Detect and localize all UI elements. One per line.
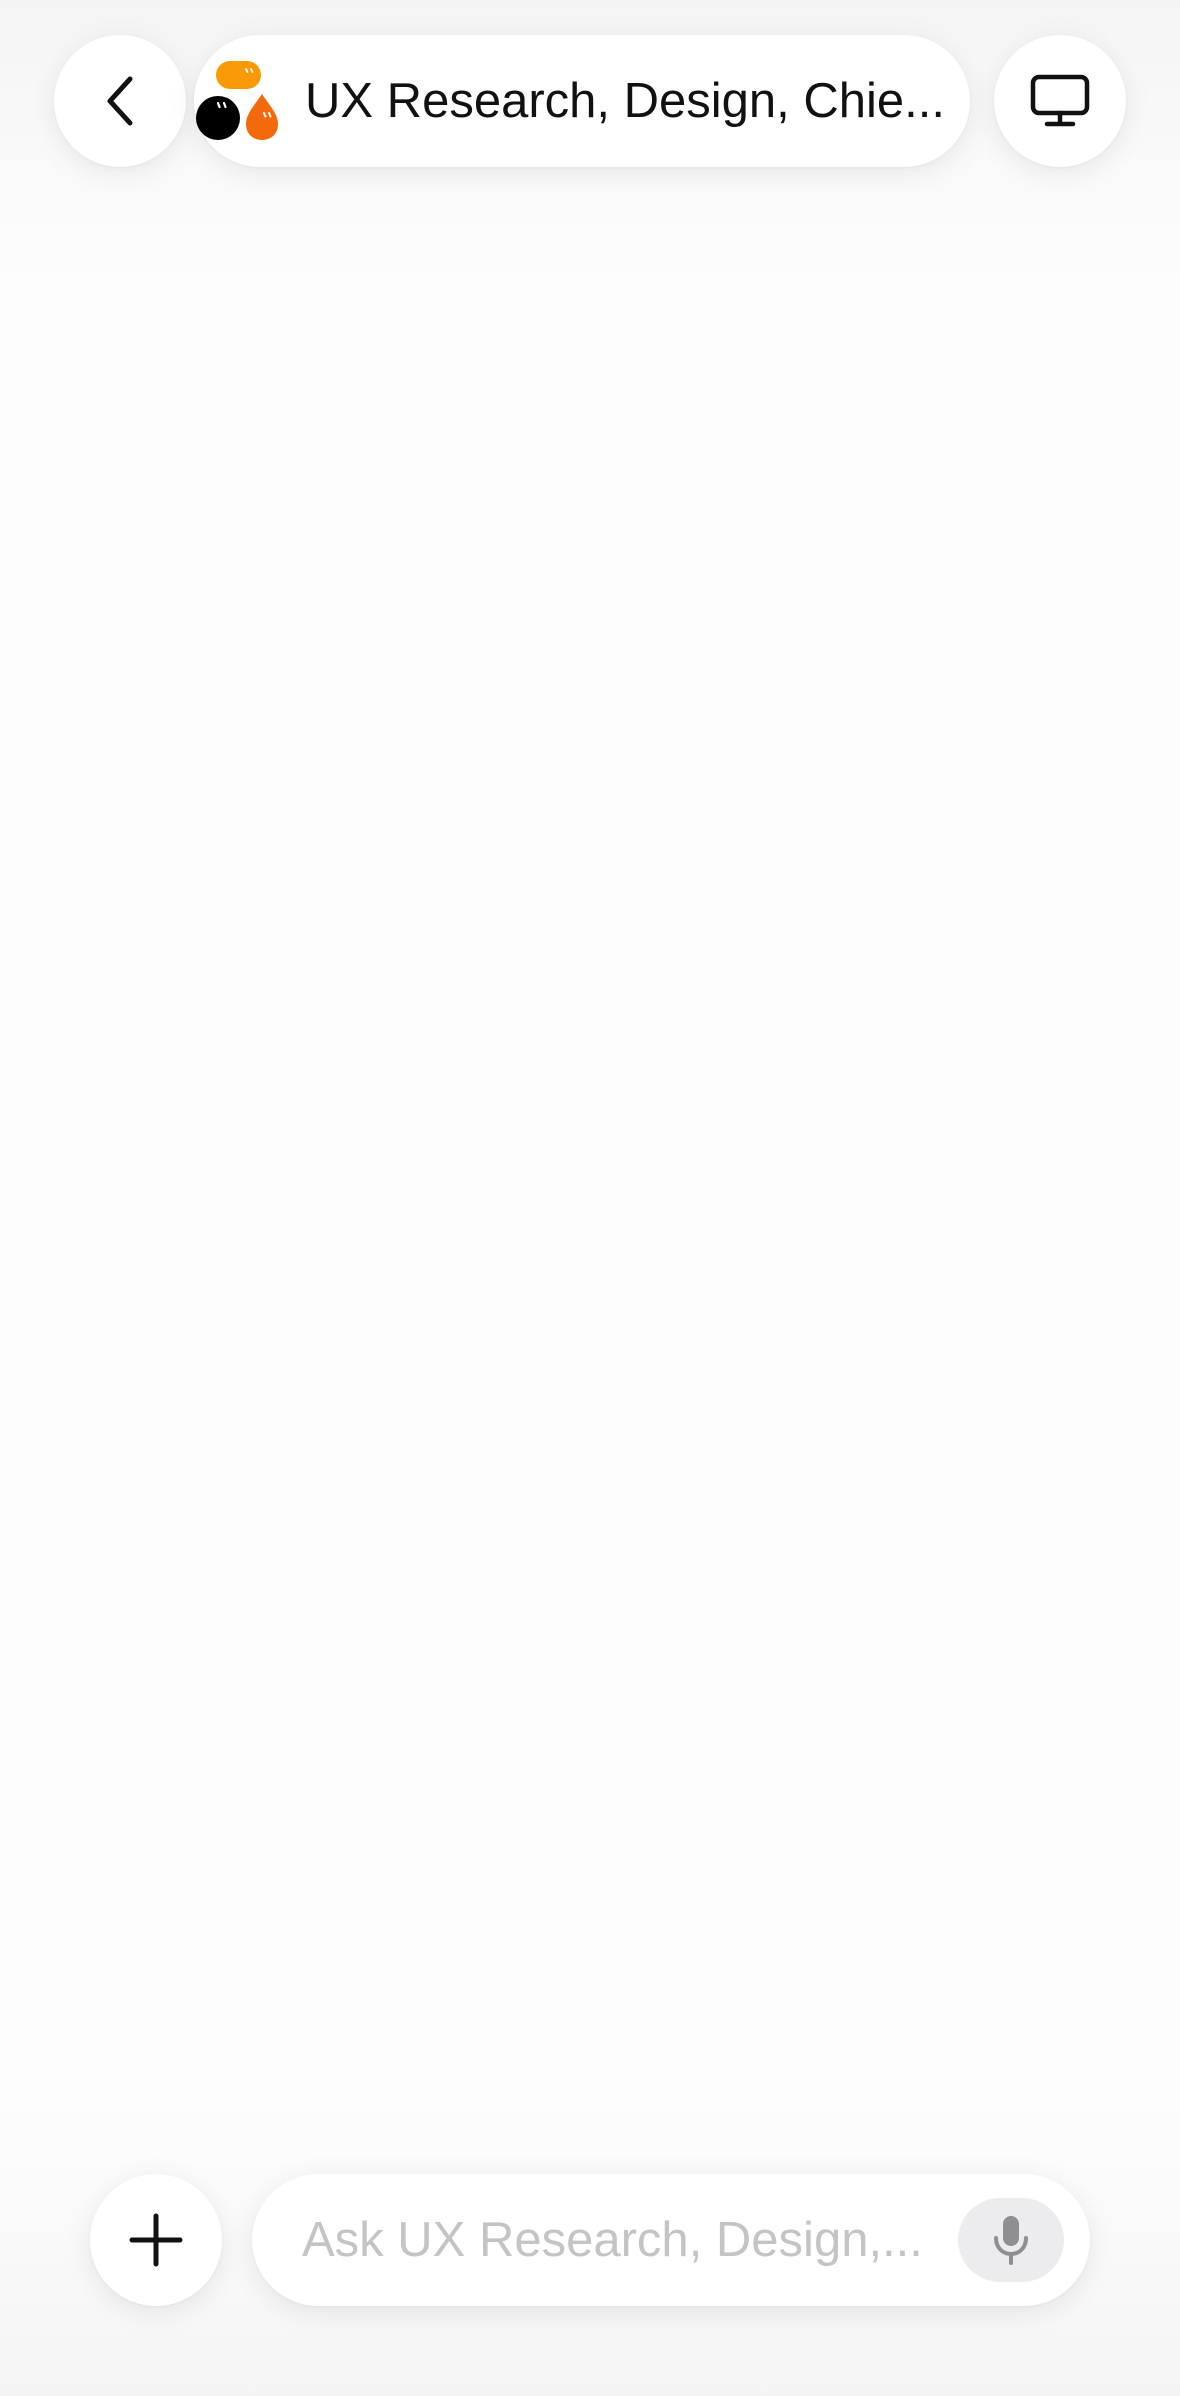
desktop-view-button[interactable] (994, 35, 1126, 167)
chevron-left-icon (107, 76, 133, 126)
back-button[interactable] (54, 35, 186, 167)
voice-input-button[interactable] (958, 2198, 1064, 2282)
plus-icon (129, 2213, 183, 2267)
composer-bar (252, 2174, 1090, 2306)
desktop-monitor-icon (1030, 74, 1090, 127)
message-input[interactable] (302, 2174, 982, 2306)
chat-title[interactable]: UX Research, Design, Chie... (305, 35, 970, 167)
add-attachment-button[interactable] (90, 2174, 222, 2306)
group-logo-icon (196, 61, 278, 140)
microphone-icon (994, 2216, 1028, 2265)
